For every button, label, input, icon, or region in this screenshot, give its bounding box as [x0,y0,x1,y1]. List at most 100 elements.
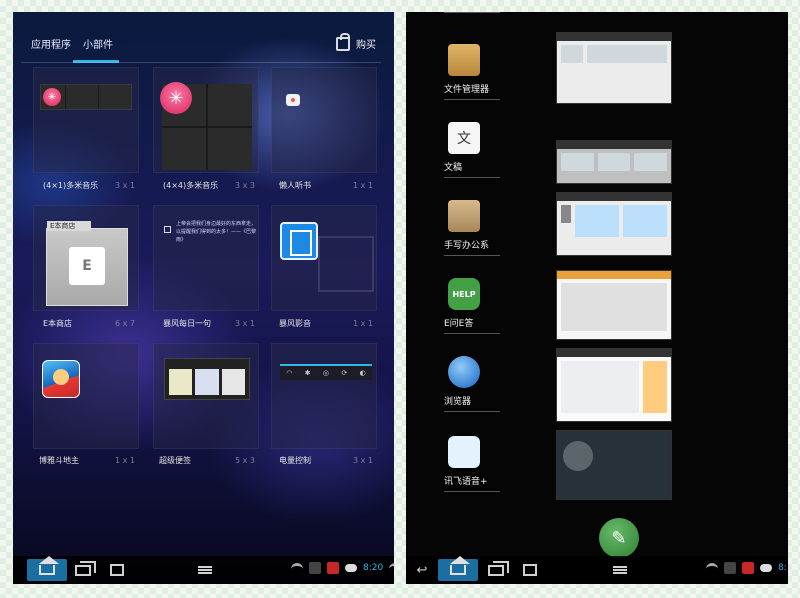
signal-icon [706,563,718,573]
status-tray[interactable]: 8:20 [291,562,394,574]
clock: 8: [778,563,787,573]
status-tray[interactable]: 8: [706,562,787,574]
shopping-bag-icon: E [69,247,105,285]
app-notification-icon [327,562,339,574]
menu-icon [613,566,627,574]
app-thumbnail[interactable] [556,192,672,256]
widget-size: 3 x 1 [235,319,255,328]
home-icon [450,556,470,575]
folder-icon [448,44,480,76]
widget-tile[interactable] [33,343,139,449]
divider [444,411,500,412]
screenshot-button[interactable] [518,559,542,581]
buy-button[interactable]: 购买 [336,32,376,51]
divider [444,99,500,100]
divider [444,177,500,178]
film-outline [318,236,374,292]
wifi-icon [389,563,394,573]
menu-button[interactable] [193,559,217,581]
recent-apps-button[interactable] [484,559,509,581]
app-thumbnail[interactable] [556,348,672,422]
widget-size: 1 x 1 [115,456,135,465]
clear-all-button[interactable]: ✎ [599,518,639,558]
tab-bar: 应用程序 小部件 购买 [13,26,394,63]
widget-label: E本商店 [43,319,73,328]
voice-cloud-icon [448,436,480,468]
thumbnail-content [557,149,671,175]
recent-app-item[interactable]: 讯飞语音+ [444,436,536,492]
widget-tile[interactable]: E本商店 E [33,205,139,311]
widget-size: 1 x 1 [353,181,373,190]
notebook-icon [448,200,480,232]
back-button[interactable]: ↩ [410,559,434,581]
widget-size: 6 x 7 [115,319,135,328]
app-thumbnail[interactable] [556,430,672,500]
help-icon: HELP [448,278,480,310]
shopping-bag-icon [336,32,350,51]
app-thumbnail[interactable] [556,140,672,184]
screenshot-button[interactable] [105,559,129,581]
app-label: 手写办公系 [444,241,490,251]
app-thumbnail[interactable] [556,32,672,104]
recent-app-item[interactable]: 文件管理器 [444,44,536,100]
widget-tile[interactable] [271,67,377,173]
globe-icon [448,356,480,388]
recent-apps-screen: 文件管理器 文 文稿 手写办公系 HELP E问E答 浏览器 讯飞语音+ ✎ ↩… [406,12,788,584]
widget-tile[interactable]: 上帝会把我们身边最好的东西拿走，以提醒我们得到的太多！——《巴黎雨》 [153,205,259,311]
thumbnail-content [557,357,671,417]
widget-size: 3 x 1 [353,456,373,465]
app-notification-icon [742,562,754,574]
widget-tile[interactable]: ✳ [33,67,139,173]
menu-button[interactable] [608,559,632,581]
gps-icon: ◎ [322,369,330,377]
widget-preview: ◠ ✱ ◎ ⟳ ◐ [280,364,372,380]
tab-apps[interactable]: 应用程序 [31,36,71,51]
widget-label: 超级便签 [159,456,191,465]
bluetooth-icon: ✱ [304,369,311,377]
widget-tile[interactable]: ◠ ✱ ◎ ⟳ ◐ [271,343,377,449]
recent-apps-button[interactable] [71,559,96,581]
estore-tab: E本商店 [47,221,91,231]
widgets-screen: 应用程序 小部件 购买 ✳ (4×1)多米音乐 3 x 1 ✳ (4×4)多米音… [13,12,394,584]
divider [444,491,500,492]
widget-size: 5 x 3 [235,456,255,465]
widget-label: (4×4)多米音乐 [163,181,219,190]
widget-preview: 上帝会把我们身边最好的东西拿走，以提醒我们得到的太多！——《巴黎雨》 [176,221,257,243]
thumbnail-content [557,41,671,67]
widget-label: 博雅斗地主 [39,456,79,465]
recent-apps-icon [488,560,509,576]
widget-preview [164,358,250,400]
home-button[interactable] [27,556,67,581]
recent-app-item[interactable]: 浏览器 [444,356,536,412]
navigation-bar: 8:20 [13,556,394,584]
widget-label: 暴风影音 [279,319,311,328]
title-bar [557,33,671,41]
title-bar [557,349,671,357]
widget-tile[interactable] [271,205,377,311]
widget-size: 3 x 3 [235,181,255,190]
cloud-icon [760,564,772,572]
app-label: 浏览器 [444,397,472,407]
recent-app-item[interactable]: HELP E问E答 [444,278,536,334]
menu-icon [198,566,212,574]
app-label: 讯飞语音+ [444,477,488,487]
app-thumbnail[interactable] [556,270,672,340]
screenshot-icon [523,564,537,576]
widget-tile[interactable]: ✳ [153,67,259,173]
widget-label: (4×1)多米音乐 [43,181,99,190]
app-label: 文件管理器 [444,85,490,95]
weather-icon [563,441,593,471]
home-button[interactable] [438,556,478,581]
recent-app-item[interactable]: 手写办公系 [444,200,536,256]
divider [444,12,500,13]
app-label: E问E答 [444,319,474,329]
thumbnail-content [557,279,671,335]
wifi-icon: ◠ [286,369,293,377]
recent-app-item[interactable]: 文 文稿 [444,122,536,178]
back-icon: ↩ [416,562,428,578]
clock: 8:20 [363,563,384,573]
tab-widgets[interactable]: 小部件 [83,36,113,51]
widget-label: 电量控制 [279,456,311,465]
widget-tile[interactable] [153,343,259,449]
app-label: 文稿 [444,163,463,173]
